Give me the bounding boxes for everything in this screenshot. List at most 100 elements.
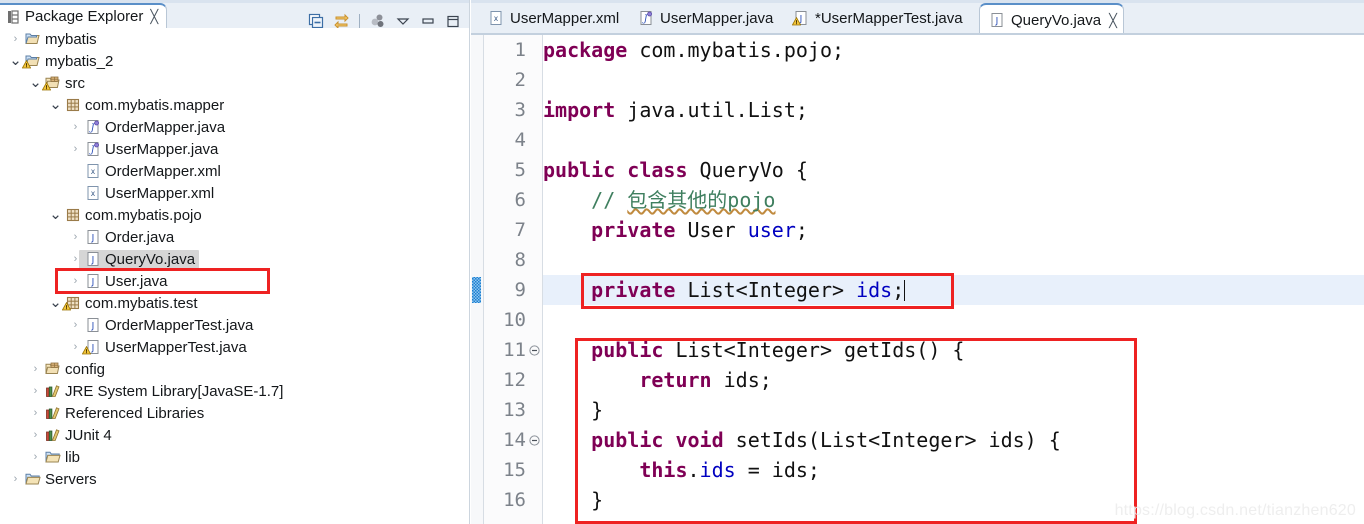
tree-item-referenced-libraries[interactable]: › Referenced Libraries	[0, 402, 470, 424]
project-icon	[23, 31, 42, 47]
java-class-icon: J	[83, 273, 102, 289]
code-area[interactable]: package com.mybatis.pojo; import java.uti…	[543, 35, 1364, 524]
code-line[interactable]: public class QueryVo {	[543, 155, 1364, 185]
fold-toggle-icon[interactable]	[528, 344, 540, 356]
tree-item-label: mybatis	[45, 30, 97, 48]
package-explorer-icon	[6, 9, 20, 24]
chevron-down-icon[interactable]: ⌄	[28, 75, 43, 90]
tree-item-usermapper-java[interactable]: › J UserMapper.java	[0, 138, 470, 160]
code-text: package com.mybatis.pojo;	[543, 38, 845, 62]
explorer-right-border	[469, 0, 470, 524]
code-line[interactable]: import java.util.List;	[543, 95, 1364, 125]
code-line[interactable]: public void setIds(List<Integer> ids) {	[543, 425, 1364, 455]
tree-item-lib[interactable]: › lib	[0, 446, 470, 468]
editor-tab-label: QueryVo.java	[1011, 11, 1102, 29]
svg-text:x: x	[494, 14, 499, 23]
chevron-right-icon[interactable]: ›	[28, 407, 43, 419]
line-number: 1	[514, 39, 526, 61]
project-tree[interactable]: › mybatis ⌄ mybatis_2 ⌄ src ⌄ com.mybatis.mappe…	[0, 28, 470, 524]
editor-tab-usermapper-xml[interactable]: x UserMapper.xml	[479, 3, 629, 33]
chevron-right-icon[interactable]: ›	[28, 429, 43, 441]
tree-item-content: J User.java	[83, 273, 168, 290]
view-tab-package-explorer[interactable]: Package Explorer ╳	[0, 3, 168, 28]
xml-file-icon: x	[488, 10, 504, 26]
tree-item-order-java[interactable]: › J Order.java	[0, 226, 470, 248]
chevron-right-icon[interactable]: ›	[68, 143, 83, 155]
chevron-right-icon[interactable]: ›	[68, 231, 83, 243]
svg-text:x: x	[90, 167, 95, 176]
java-class-icon: J	[83, 251, 102, 267]
chevron-right-icon[interactable]: ›	[8, 33, 23, 45]
chevron-right-icon[interactable]: ›	[8, 473, 23, 485]
code-line[interactable]	[543, 125, 1364, 155]
line-number: 14	[503, 429, 526, 451]
change-ruler	[471, 35, 484, 524]
tree-item-content: J UserMapper.java	[83, 141, 218, 158]
view-tab-label: Package Explorer	[25, 8, 144, 25]
code-line[interactable]: // 包含其他的pojo	[543, 185, 1364, 215]
chevron-down-icon[interactable]: ⌄	[48, 295, 63, 310]
java-class-icon: J	[989, 12, 1005, 28]
java-class-icon: J	[83, 229, 102, 245]
chevron-right-icon[interactable]: ›	[28, 451, 43, 463]
code-line[interactable]	[543, 305, 1364, 335]
editor-tab-usermapper-java[interactable]: J UserMapper.java	[629, 3, 784, 33]
chevron-right-icon[interactable]: ›	[28, 363, 43, 375]
chevron-right-icon[interactable]: ›	[68, 319, 83, 331]
close-icon[interactable]: ╳	[150, 10, 158, 23]
tree-item-com-mybatis-test[interactable]: ⌄ com.mybatis.test	[0, 292, 470, 314]
code-line[interactable]: public List<Integer> getIds() {	[543, 335, 1364, 365]
chevron-right-icon[interactable]: ›	[68, 275, 83, 287]
tree-item-com-mybatis-mapper[interactable]: ⌄ com.mybatis.mapper	[0, 94, 470, 116]
tree-item-mybatis-2[interactable]: ⌄ mybatis_2	[0, 50, 470, 72]
xml-file-icon: x	[83, 163, 102, 179]
chevron-down-icon[interactable]: ⌄	[48, 207, 63, 222]
fold-toggle-icon[interactable]	[528, 434, 540, 446]
chevron-right-icon[interactable]: ›	[68, 121, 83, 133]
tree-item-ordermappertest-java[interactable]: › J OrderMapperTest.java	[0, 314, 470, 336]
package-icon	[63, 97, 82, 113]
line-number: 8	[514, 249, 526, 271]
chevron-right-icon[interactable]: ›	[28, 385, 43, 397]
line-number: 11	[503, 339, 526, 361]
line-number: 9	[514, 279, 526, 301]
chevron-down-icon[interactable]: ⌄	[48, 97, 63, 112]
tree-item-content: J QueryVo.java	[79, 249, 200, 269]
tree-item-content: mybatis_2	[22, 53, 113, 70]
code-line[interactable]: private User user;	[543, 215, 1364, 245]
code-text: public List<Integer> getIds() {	[591, 338, 965, 362]
line-number: 4	[514, 129, 526, 151]
tree-item-servers[interactable]: › Servers	[0, 468, 470, 490]
tree-item-ordermapper-xml[interactable]: x OrderMapper.xml	[0, 160, 470, 182]
editor-tab-queryvo-java[interactable]: J QueryVo.java ╳	[979, 3, 1124, 35]
tree-item-user-java[interactable]: › J User.java	[0, 270, 470, 292]
code-line[interactable]: return ids;	[543, 365, 1364, 395]
tree-item-usermappertest-java[interactable]: › J UserMapperTest.java	[0, 336, 470, 358]
toolbar-separator	[359, 13, 360, 29]
tree-item-content: com.mybatis.mapper	[63, 97, 224, 114]
tree-item-label: Order.java	[105, 228, 175, 246]
code-line[interactable]	[543, 65, 1364, 95]
java-interface-icon: J	[638, 10, 654, 26]
tree-item-content: Referenced Libraries	[43, 405, 204, 422]
close-icon[interactable]: ╳	[1109, 14, 1117, 27]
tree-item-src[interactable]: ⌄ src	[0, 72, 470, 94]
code-line[interactable]: this.ids = ids;	[543, 455, 1364, 485]
code-line[interactable]: private List<Integer> ids;	[543, 275, 1364, 305]
code-line[interactable]	[543, 245, 1364, 275]
code-line[interactable]: package com.mybatis.pojo;	[543, 35, 1364, 65]
tree-item-usermapper-xml[interactable]: x UserMapper.xml	[0, 182, 470, 204]
tree-item-ordermapper-java[interactable]: › J OrderMapper.java	[0, 116, 470, 138]
tree-item-queryvo-java[interactable]: › J QueryVo.java	[0, 248, 470, 270]
tree-item-config[interactable]: › config	[0, 358, 470, 380]
tree-item-jre-system-library[interactable]: › JRE System Library [JavaSE-1.7]	[0, 380, 470, 402]
tree-item-mybatis[interactable]: › mybatis	[0, 28, 470, 50]
editor-tab-usermappertest-java[interactable]: J *UserMapperTest.java	[784, 3, 979, 33]
tree-item-label: JUnit 4	[65, 426, 112, 444]
tree-item-junit-4[interactable]: › JUnit 4	[0, 424, 470, 446]
svg-text:x: x	[90, 189, 95, 198]
tree-item-com-mybatis-pojo[interactable]: ⌄ com.mybatis.pojo	[0, 204, 470, 226]
code-line[interactable]: }	[543, 395, 1364, 425]
chevron-right-icon[interactable]: ›	[68, 341, 83, 353]
chevron-down-icon[interactable]: ⌄	[8, 53, 23, 68]
